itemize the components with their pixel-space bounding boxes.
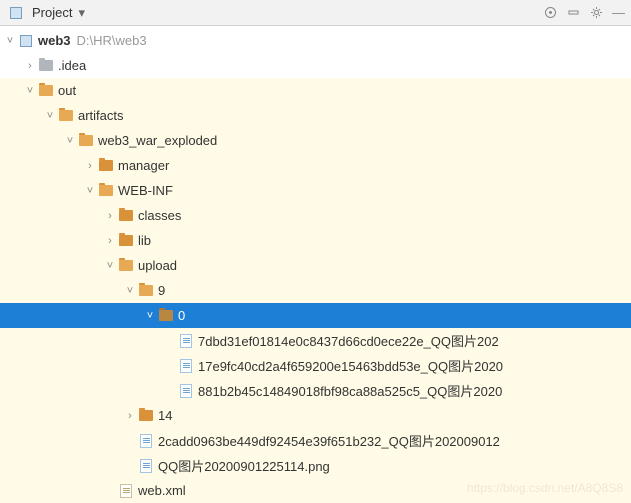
item-label: 14 (158, 408, 172, 423)
item-label: 9 (158, 283, 165, 298)
folder-icon (98, 158, 114, 174)
tree-item-webinf[interactable]: ˅ WEB-INF (0, 178, 631, 203)
tree-item-idea[interactable]: › .idea (0, 53, 631, 78)
chevron-down-icon[interactable]: ˅ (24, 85, 36, 97)
toolbar-left: Project ▾ (6, 5, 85, 21)
file-icon (178, 333, 194, 349)
tree-file[interactable]: QQ图片20200901225114.png (0, 453, 631, 478)
item-label: 0 (178, 308, 185, 323)
folder-icon (158, 308, 174, 324)
file-label: QQ图片20200901225114.png (158, 456, 330, 475)
root-path: D:\HR\web3 (77, 33, 147, 48)
file-icon (138, 433, 154, 449)
file-label: 7dbd31ef01814e0c8437d66cd0ece22e_QQ图片202 (198, 331, 499, 350)
folder-icon (118, 208, 134, 224)
tree-item-artifacts[interactable]: ˅ artifacts (0, 103, 631, 128)
project-icon (8, 5, 24, 21)
folder-icon (78, 133, 94, 149)
tree-item-classes[interactable]: › classes (0, 203, 631, 228)
item-label: manager (118, 158, 169, 173)
xml-file-icon (118, 483, 134, 499)
file-icon (138, 458, 154, 474)
file-label: 2cadd0963be449df92454e39f651b232_QQ图片202… (158, 431, 500, 450)
folder-icon (118, 233, 134, 249)
tree-item-0[interactable]: ˅ 0 (0, 303, 631, 328)
module-icon (18, 33, 34, 49)
folder-icon (118, 258, 134, 274)
item-label: classes (138, 208, 181, 223)
chevron-down-icon[interactable]: ˅ (144, 310, 156, 322)
folder-icon (98, 183, 114, 199)
folder-icon (138, 408, 154, 424)
tree-item-14[interactable]: › 14 (0, 403, 631, 428)
file-icon (178, 358, 194, 374)
locate-icon[interactable] (543, 5, 558, 20)
item-label: WEB-INF (118, 183, 173, 198)
folder-icon (138, 283, 154, 299)
tree-file[interactable]: 17e9fc40cd2a4f659200e15463bdd53e_QQ图片202… (0, 353, 631, 378)
gear-icon[interactable] (589, 5, 604, 20)
root-name: web3 (38, 33, 71, 48)
item-label: lib (138, 233, 151, 248)
chevron-right-icon[interactable]: › (104, 235, 116, 247)
chevron-down-icon[interactable]: ˅ (4, 35, 16, 47)
tree-item-out[interactable]: ˅ out (0, 78, 631, 103)
file-label: 17e9fc40cd2a4f659200e15463bdd53e_QQ图片202… (198, 356, 503, 375)
tree-root-web3[interactable]: ˅ web3 D:\HR\web3 (0, 28, 631, 53)
item-label: web3_war_exploded (98, 133, 217, 148)
tree-file[interactable]: 2cadd0963be449df92454e39f651b232_QQ图片202… (0, 428, 631, 453)
chevron-down-icon[interactable]: ˅ (44, 110, 56, 122)
item-label: out (58, 83, 76, 98)
tree-item-upload[interactable]: ˅ upload (0, 253, 631, 278)
collapse-icon[interactable] (566, 5, 581, 20)
tree-item-exploded[interactable]: ˅ web3_war_exploded (0, 128, 631, 153)
hide-icon[interactable]: — (612, 5, 625, 20)
toolbar-title: Project (32, 5, 72, 20)
tree-item-lib[interactable]: › lib (0, 228, 631, 253)
tree-item-9[interactable]: ˅ 9 (0, 278, 631, 303)
file-icon (178, 383, 194, 399)
tree-item-manager[interactable]: › manager (0, 153, 631, 178)
folder-icon (38, 83, 54, 99)
tree-file[interactable]: 7dbd31ef01814e0c8437d66cd0ece22e_QQ图片202 (0, 328, 631, 353)
chevron-right-icon[interactable]: › (24, 60, 36, 72)
tree-file[interactable]: 881b2b45c14849018fbf98ca88a525c5_QQ图片202… (0, 378, 631, 403)
toolbar-right: — (543, 5, 625, 20)
chevron-down-icon[interactable]: ˅ (64, 135, 76, 147)
file-label: web.xml (138, 483, 186, 498)
chevron-down-icon[interactable]: ˅ (84, 185, 96, 197)
folder-icon (58, 108, 74, 124)
project-tree: ˅ web3 D:\HR\web3 › .idea ˅ out ˅ artifa… (0, 26, 631, 503)
watermark: https://blog.csdn.net/A8Q8S8 (467, 481, 623, 495)
item-label: artifacts (78, 108, 124, 123)
item-label: .idea (58, 58, 86, 73)
file-label: 881b2b45c14849018fbf98ca88a525c5_QQ图片202… (198, 381, 502, 400)
folder-icon (38, 58, 54, 74)
chevron-right-icon[interactable]: › (104, 210, 116, 222)
item-label: upload (138, 258, 177, 273)
chevron-right-icon[interactable]: › (124, 410, 136, 422)
chevron-right-icon[interactable]: › (84, 160, 96, 172)
chevron-down-icon[interactable]: ˅ (124, 285, 136, 297)
dropdown-icon[interactable]: ▾ (78, 5, 85, 21)
project-toolbar: Project ▾ — (0, 0, 631, 26)
chevron-down-icon[interactable]: ˅ (104, 260, 116, 272)
